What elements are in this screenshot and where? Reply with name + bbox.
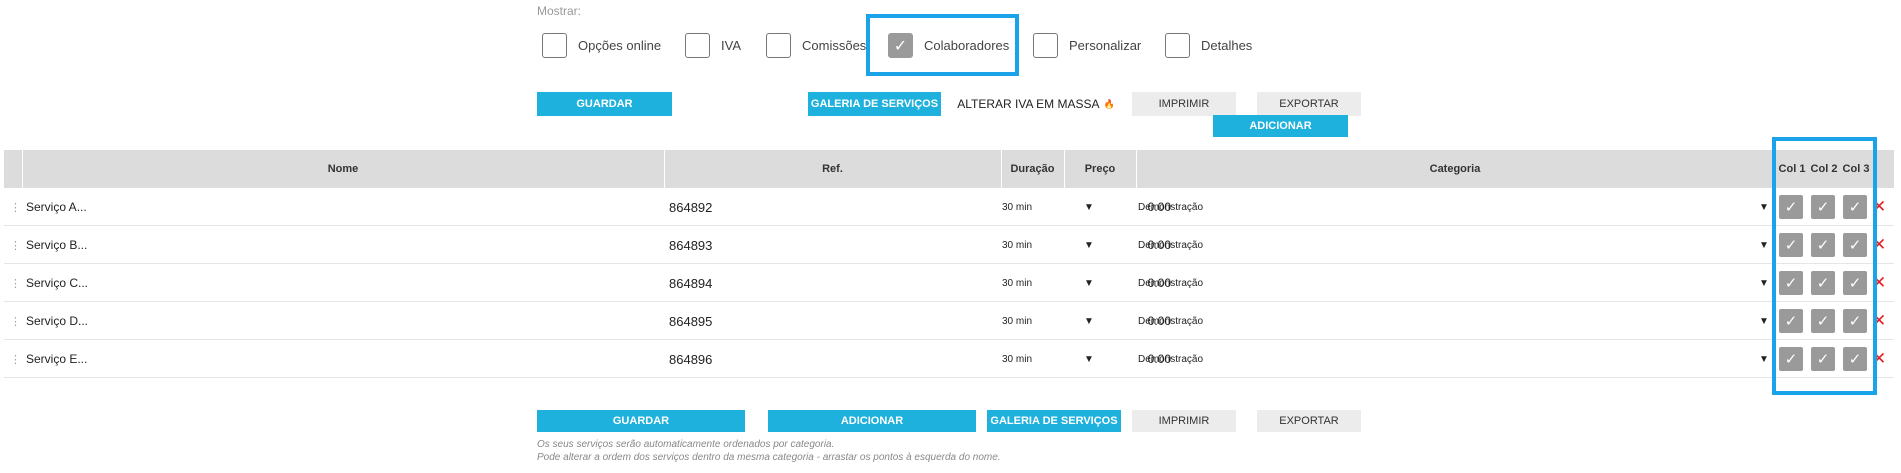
online-options-checkbox[interactable]	[542, 33, 567, 58]
category-select[interactable]: Demonstração	[1138, 188, 1203, 226]
service-ref[interactable]: 864895	[669, 302, 712, 340]
check-icon: ✓	[893, 37, 908, 55]
details-checkbox[interactable]	[1165, 33, 1190, 58]
commissions-checkbox[interactable]	[766, 33, 791, 58]
service-ref[interactable]: 864893	[669, 226, 712, 264]
service-ref[interactable]: 864896	[669, 340, 712, 378]
drag-handle-icon[interactable]: ⋮	[10, 302, 21, 340]
service-gallery-button-top[interactable]: GALERIA DE SERVIÇOS	[808, 92, 941, 116]
chevron-down-icon[interactable]: ▼	[1759, 226, 1769, 264]
duration-select[interactable]: 30 min	[1002, 188, 1032, 226]
category-select[interactable]: Demonstração	[1138, 264, 1203, 302]
save-button-bottom[interactable]: GUARDAR	[537, 410, 745, 432]
vat-label: IVA	[721, 38, 741, 53]
service-gallery-button-bottom[interactable]: GALERIA DE SERVIÇOS	[987, 410, 1121, 432]
category-select[interactable]: Demonstração	[1138, 302, 1203, 340]
drag-handle-icon[interactable]: ⋮	[10, 226, 21, 264]
header-price[interactable]: Preço	[1064, 150, 1136, 188]
drag-handle-icon[interactable]: ⋮	[10, 264, 21, 302]
print-button-bottom[interactable]: IMPRIMIR	[1132, 410, 1236, 432]
bulk-vat-button[interactable]: ALTERAR IVA EM MASSA 🔥	[951, 92, 1121, 116]
filter-details[interactable]: Detalhes	[1165, 33, 1252, 58]
service-name[interactable]: Serviço C...	[26, 264, 88, 302]
duration-select[interactable]: 30 min	[1002, 264, 1032, 302]
bulk-vat-label: ALTERAR IVA EM MASSA	[957, 97, 1100, 111]
vat-checkbox[interactable]	[685, 33, 710, 58]
table-row: ⋮ Serviço A... 864892 30 min ▼ 0.00 Demonstraç…	[4, 188, 1894, 226]
collaborators-checkbox[interactable]: ✓	[888, 33, 913, 58]
duration-select[interactable]: 30 min	[1002, 226, 1032, 264]
chevron-down-icon[interactable]: ▼	[1759, 302, 1769, 340]
category-select[interactable]: Demonstração	[1138, 226, 1203, 264]
header-duration[interactable]: Duração	[1001, 150, 1064, 188]
export-button-bottom[interactable]: EXPORTAR	[1257, 410, 1361, 432]
category-select[interactable]: Demonstração	[1138, 340, 1203, 378]
table-row: ⋮ Serviço B... 864893 30 min ▼ 0.00 Demonstraç…	[4, 226, 1894, 264]
service-ref[interactable]: 864892	[669, 188, 712, 226]
service-name[interactable]: Serviço D...	[26, 302, 88, 340]
drag-handle-icon[interactable]: ⋮	[10, 340, 21, 378]
collaborator-columns-highlight-box	[1772, 137, 1877, 395]
service-name[interactable]: Serviço A...	[26, 188, 87, 226]
flame-icon: 🔥	[1103, 98, 1115, 109]
commissions-label: Comissões	[802, 38, 867, 53]
filter-commissions[interactable]: Comissões	[766, 33, 866, 58]
save-button-top[interactable]: GUARDAR	[537, 92, 672, 116]
add-button-top[interactable]: ADICIONAR	[1213, 115, 1348, 137]
sort-note: Os seus serviços serão automaticamente o…	[537, 439, 835, 450]
chevron-down-icon[interactable]: ▼	[1759, 188, 1769, 226]
filter-online-options[interactable]: Opções online	[542, 33, 661, 58]
filter-vat[interactable]: IVA	[685, 33, 741, 58]
filter-customize[interactable]: Personalizar	[1033, 33, 1141, 58]
filters-title: Mostrar:	[537, 4, 582, 18]
table-row: ⋮ Serviço C... 864894 30 min ▼ 0.00 Demonstraç…	[4, 264, 1894, 302]
service-ref[interactable]: 864894	[669, 264, 712, 302]
filter-collaborators[interactable]: ✓ Colaboradores	[888, 33, 1009, 58]
collaborators-label: Colaboradores	[924, 38, 1010, 53]
reorder-note: Pode alterar a ordem dos serviços dentro…	[537, 452, 1001, 463]
table-header: Nome Ref. Duração Preço Categoria Col 1 …	[4, 150, 1894, 188]
drag-handle-icon[interactable]: ⋮	[10, 188, 21, 226]
online-options-label: Opções online	[578, 38, 662, 53]
table-row: ⋮ Serviço D... 864895 30 min ▼ 0.00 Demonstraç…	[4, 302, 1894, 340]
chevron-down-icon[interactable]: ▼	[1759, 264, 1769, 302]
service-name[interactable]: Serviço E...	[26, 340, 87, 378]
export-button-top[interactable]: EXPORTAR	[1257, 92, 1361, 116]
header-name[interactable]: Nome	[22, 150, 664, 188]
chevron-down-icon[interactable]: ▼	[1759, 340, 1769, 378]
customize-label: Personalizar	[1069, 38, 1142, 53]
service-name[interactable]: Serviço B...	[26, 226, 87, 264]
customize-checkbox[interactable]	[1033, 33, 1058, 58]
header-ref[interactable]: Ref.	[664, 150, 1001, 188]
duration-select[interactable]: 30 min	[1002, 302, 1032, 340]
header-category[interactable]: Categoria	[1136, 150, 1774, 188]
add-button-bottom[interactable]: ADICIONAR	[768, 410, 976, 432]
table-row: ⋮ Serviço E... 864896 30 min ▼ 0.00 Demonstraç…	[4, 340, 1894, 378]
duration-select[interactable]: 30 min	[1002, 340, 1032, 378]
print-button-top[interactable]: IMPRIMIR	[1132, 92, 1236, 116]
details-label: Detalhes	[1201, 38, 1253, 53]
